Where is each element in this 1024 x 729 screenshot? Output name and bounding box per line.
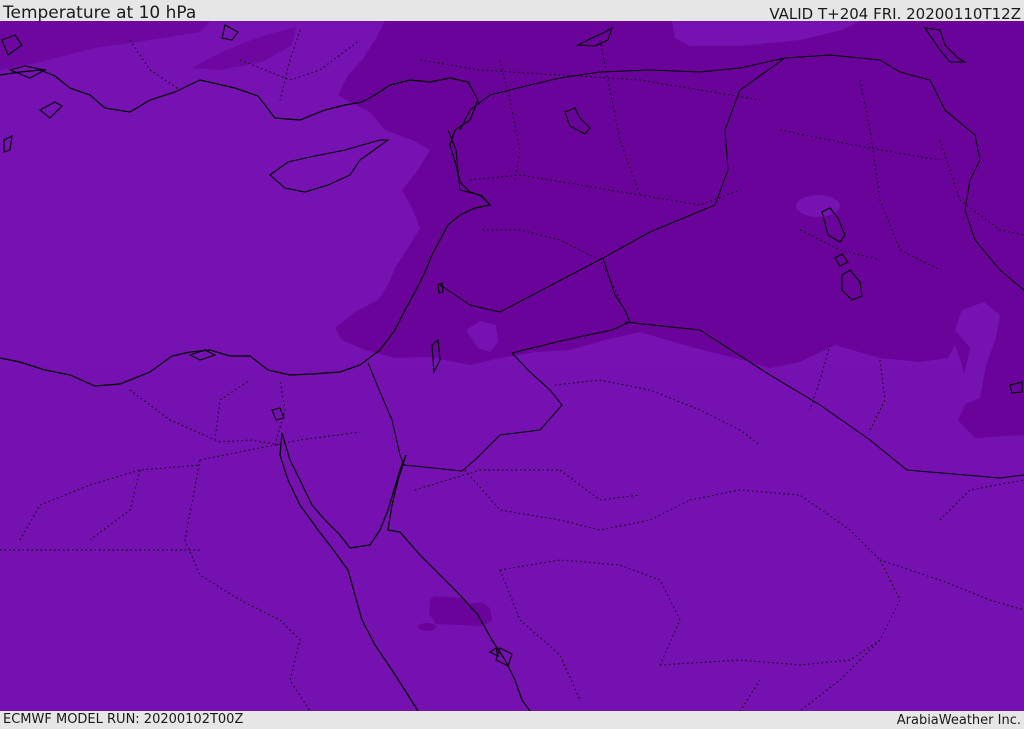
model-run-label: ECMWF MODEL RUN: 20200102T00Z <box>3 712 244 727</box>
header-bar: Temperature at 10 hPa VALID T+204 FRI. 2… <box>0 0 1024 23</box>
temperature-map <box>0 21 1024 711</box>
footer-bar: ECMWF MODEL RUN: 20200102T00Z ArabiaWeat… <box>0 711 1024 729</box>
warm-patch-lake-urmia <box>796 195 840 217</box>
cold-patch-red-sea-small <box>418 623 436 631</box>
credit-label: ArabiaWeather Inc. <box>896 713 1021 728</box>
lower-field-tint <box>0 365 1024 711</box>
map-title: Temperature at 10 hPa <box>3 3 197 23</box>
